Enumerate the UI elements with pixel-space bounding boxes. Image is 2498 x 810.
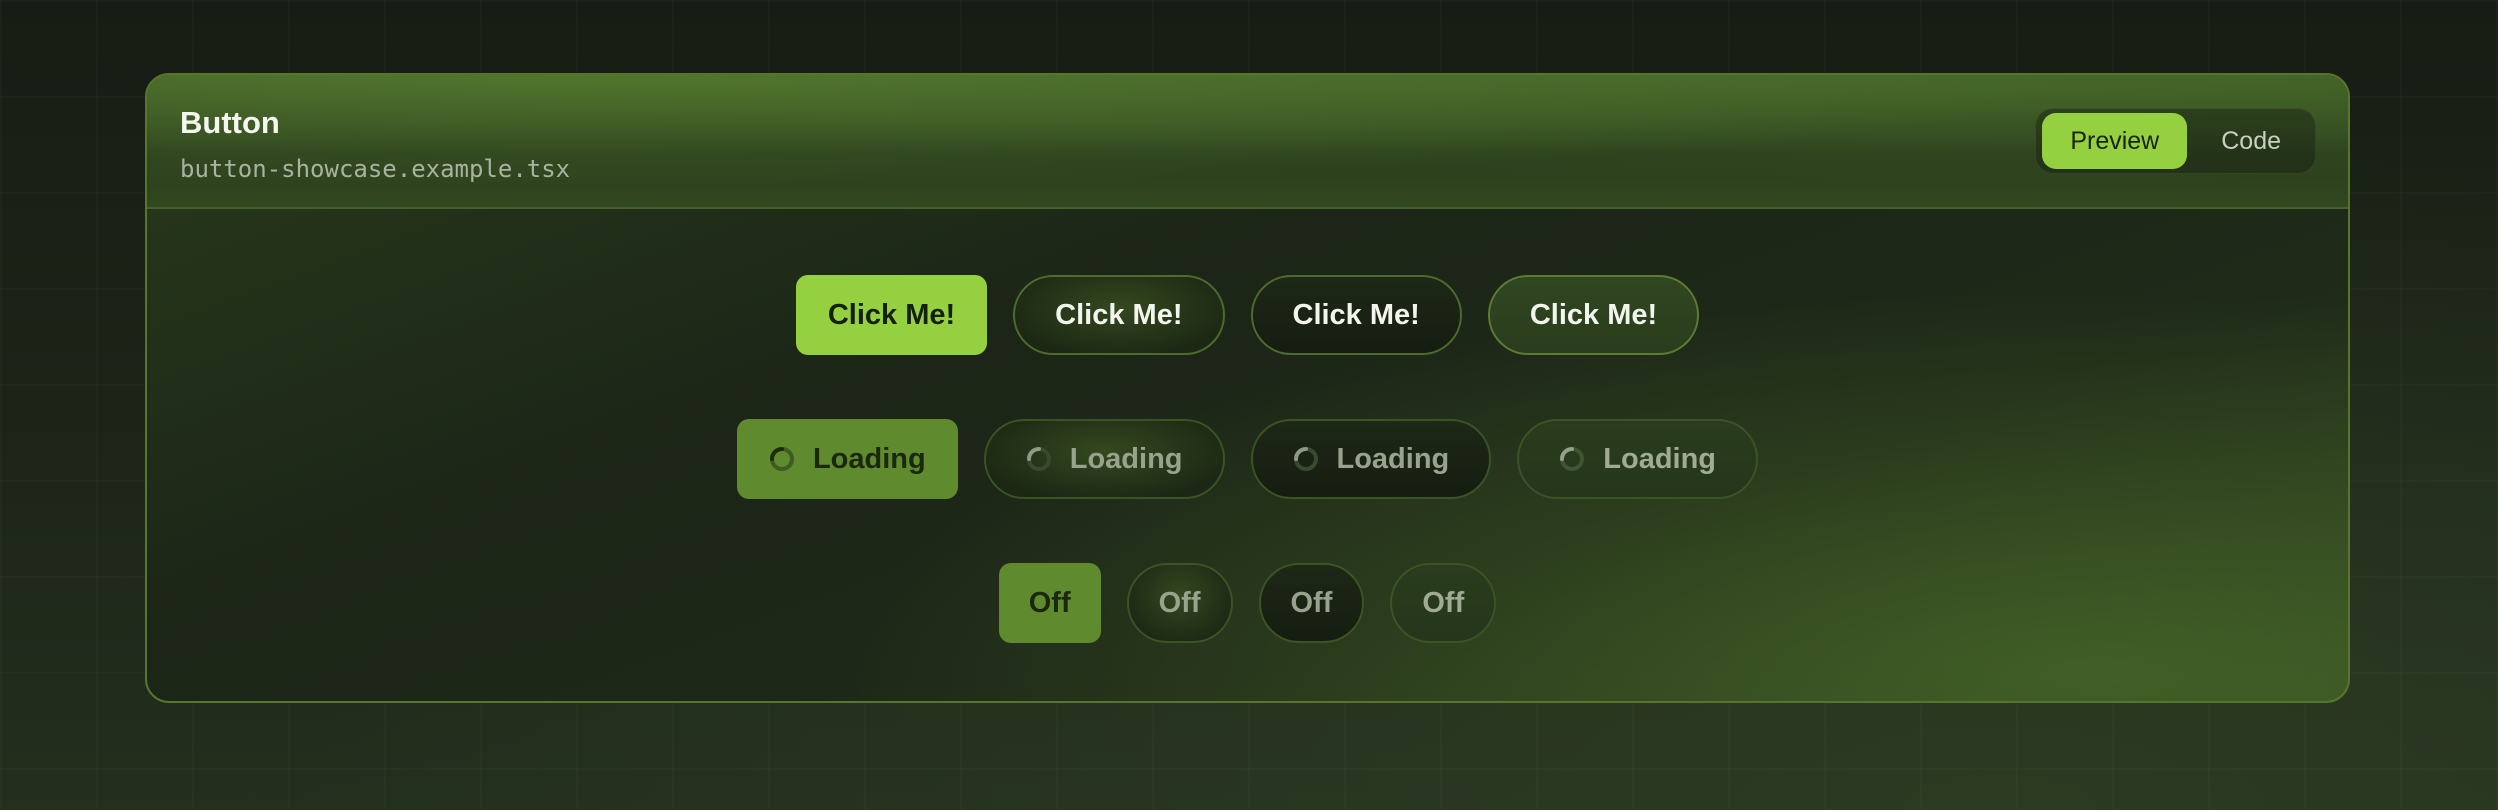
card-filename: button-showcase.example.tsx	[180, 155, 571, 183]
view-toggle: Preview Code	[2035, 108, 2316, 174]
loading-buttons-row: Loading Loading Loading Loading	[147, 419, 2348, 499]
loading-label: Loading	[1336, 442, 1450, 475]
off-button-tinted[interactable]: Off	[1390, 563, 1497, 643]
off-button-glow[interactable]: Off	[1126, 563, 1233, 643]
loading-button-glow[interactable]: Loading	[983, 419, 1225, 499]
click-button-outline[interactable]: Click Me!	[1250, 275, 1462, 355]
spinner-icon	[769, 447, 794, 471]
spinner-icon	[1026, 447, 1051, 471]
click-button-glow[interactable]: Click Me!	[1013, 275, 1225, 355]
click-button-tinted[interactable]: Click Me!	[1487, 275, 1700, 355]
showcase-card: Button button-showcase.example.tsx Previ…	[145, 73, 2350, 703]
loading-label: Loading	[1069, 442, 1183, 475]
card-title: Button	[180, 105, 280, 140]
card-header: Button button-showcase.example.tsx Previ…	[147, 75, 2348, 209]
loading-button-outline[interactable]: Loading	[1250, 419, 1492, 499]
spinner-icon	[1560, 447, 1585, 471]
tab-code[interactable]: Code	[2193, 113, 2309, 169]
off-button-outline[interactable]: Off	[1258, 563, 1365, 643]
tab-preview[interactable]: Preview	[2042, 113, 2188, 169]
off-buttons-row: Off Off Off Off	[147, 563, 2348, 643]
click-button-solid[interactable]: Click Me!	[795, 275, 988, 355]
loading-button-solid[interactable]: Loading	[736, 419, 958, 499]
off-button-solid[interactable]: Off	[998, 563, 1101, 643]
loading-label: Loading	[1603, 442, 1717, 475]
click-buttons-row: Click Me! Click Me! Click Me! Click Me!	[147, 275, 2348, 355]
loading-button-tinted[interactable]: Loading	[1517, 419, 1759, 499]
loading-label: Loading	[812, 442, 926, 475]
spinner-icon	[1293, 447, 1318, 471]
